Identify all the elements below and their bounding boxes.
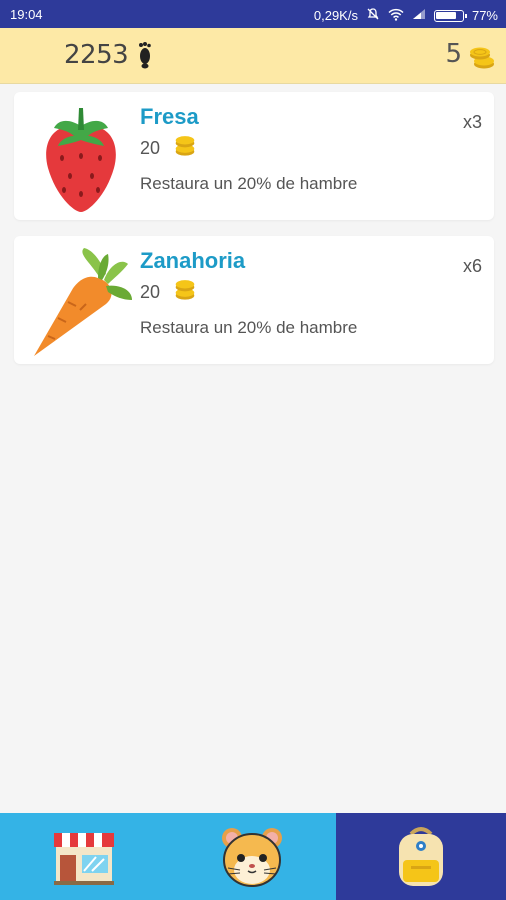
item-price: 20 xyxy=(140,282,161,302)
coins-icon xyxy=(175,280,195,300)
status-bar: 19:04 0,29K/s 77% xyxy=(0,0,506,28)
coins-icon xyxy=(470,47,494,69)
header-bar: 2253 5 xyxy=(0,28,506,84)
coins-icon xyxy=(175,136,195,156)
battery-icon xyxy=(433,9,467,22)
carrot-icon xyxy=(34,248,132,356)
status-right: 0,29K/s 77% xyxy=(314,7,498,24)
tab-shop[interactable] xyxy=(0,813,168,900)
bottom-nav xyxy=(0,813,506,900)
hamster-icon xyxy=(222,827,282,887)
item-description: Restaura un 20% de hambre xyxy=(140,174,358,193)
item-name: Fresa xyxy=(140,104,199,129)
item-description: Restaura un 20% de hambre xyxy=(140,318,358,337)
strawberry-icon xyxy=(46,108,116,212)
backpack-icon xyxy=(399,826,443,886)
shop-icon xyxy=(54,832,114,885)
tab-hamster[interactable] xyxy=(168,813,336,900)
item-card-zanahoria[interactable]: Zanahoria 20 Restaura un 20% de hambre x… xyxy=(14,236,494,364)
item-card-fresa[interactable]: Fresa 20 Restaura un 20% de hambre x3 xyxy=(14,92,494,220)
item-price: 20 xyxy=(140,138,161,158)
battery-level: 77% xyxy=(471,8,498,23)
wifi-icon xyxy=(388,8,404,24)
step-count: 2253 xyxy=(64,40,129,70)
coin-count: 5 xyxy=(445,39,462,69)
status-time: 19:04 xyxy=(10,7,43,22)
mute-icon xyxy=(366,7,380,24)
item-quantity: x3 xyxy=(462,112,482,132)
tab-backpack[interactable] xyxy=(336,813,506,900)
item-quantity: x6 xyxy=(462,256,482,276)
item-name: Zanahoria xyxy=(140,248,246,273)
signal-icon xyxy=(412,8,426,23)
net-speed: 0,29K/s xyxy=(313,8,358,23)
footprint-icon xyxy=(139,42,151,69)
